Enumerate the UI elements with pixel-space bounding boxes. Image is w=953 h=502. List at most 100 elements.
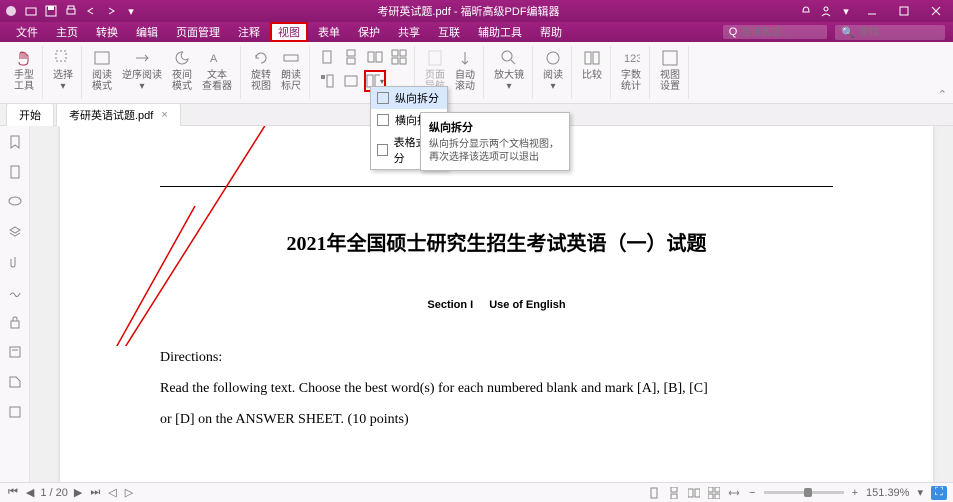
find-search[interactable]: 🔍	[835, 25, 945, 40]
page-indicator[interactable]: 1 / 20	[40, 487, 68, 499]
security-icon[interactable]	[7, 314, 23, 330]
redo-icon[interactable]	[104, 4, 118, 18]
qat-dropdown-icon[interactable]: ▾	[124, 4, 138, 18]
doc-section: Section IUse of English	[160, 296, 833, 313]
fit-width-icon[interactable]	[727, 486, 741, 500]
view-single-icon[interactable]	[647, 486, 661, 500]
view-facing-icon[interactable]	[687, 486, 701, 500]
zoom-drop-button[interactable]: ▾	[915, 486, 925, 499]
menu-home[interactable]: 主页	[48, 22, 86, 42]
ribbon-wordcount[interactable]: 123字数统计	[617, 46, 645, 94]
collapse-ribbon-icon[interactable]: ⌃	[938, 88, 947, 101]
split-vertical-item[interactable]: 纵向拆分	[371, 87, 447, 109]
save-icon[interactable]	[44, 4, 58, 18]
menu-help[interactable]: 帮助	[532, 22, 570, 42]
find-input[interactable]	[859, 27, 939, 38]
ribbon-night-mode[interactable]: 夜间模式	[168, 46, 196, 94]
menu-share[interactable]: 共享	[390, 22, 428, 42]
ribbon-ruler[interactable]: 朗读标尺	[277, 46, 305, 94]
ribbon-compare[interactable]: 比较	[578, 46, 606, 83]
split-h-icon	[377, 114, 389, 126]
ribbon-magnifier[interactable]: 放大镜▾	[490, 46, 528, 94]
menu-view[interactable]: 视图	[270, 22, 308, 42]
page-viewport[interactable]: 2021年全国硕士研究生招生考试英语（一）试题 Section IUse of …	[30, 126, 953, 482]
ribbon-hand-tool[interactable]: 手型工具	[10, 46, 38, 94]
pages-icon[interactable]	[7, 164, 23, 180]
ribbon-autoscroll[interactable]: 自动滚动	[451, 46, 479, 94]
workspace: 2021年全国硕士研究生招生考试英语（一）试题 Section IUse of …	[0, 126, 953, 482]
ribbon-rotate[interactable]: 旋转视图	[247, 46, 275, 94]
ribbon-reverse-read[interactable]: 逆序阅读▾	[118, 46, 166, 94]
zoom-value[interactable]: 151.39%	[866, 487, 909, 499]
tab-start[interactable]: 开始	[6, 103, 54, 126]
doc-directions: Directions:	[160, 343, 833, 374]
tooltip-body: 纵向拆分显示两个文档视图，再次选择该选项可以退出	[429, 138, 561, 164]
articles-icon[interactable]	[7, 404, 23, 420]
form-icon[interactable]	[7, 344, 23, 360]
zoom-out-button[interactable]: −	[747, 487, 757, 499]
first-page-button[interactable]: ⏮	[6, 486, 20, 499]
bookmark-icon[interactable]	[7, 134, 23, 150]
ribbon-continuous[interactable]	[340, 46, 362, 68]
prev-page-button[interactable]: ◀	[24, 486, 36, 499]
comments-icon[interactable]	[7, 194, 23, 210]
menubar: 文件 主页 转换 编辑 页面管理 注释 视图 表单 保护 共享 互联 辅助工具 …	[0, 22, 953, 42]
tab-document[interactable]: 考研英语试题.pdf×	[56, 103, 181, 126]
signatures-icon[interactable]	[7, 284, 23, 300]
menu-convert[interactable]: 转换	[88, 22, 126, 42]
zoom-in-button[interactable]: +	[850, 487, 860, 499]
drop-icon[interactable]: ▾	[839, 4, 853, 18]
window-title: 考研英试题.pdf - 福昕高级PDF编辑器	[138, 3, 799, 19]
pdf-page: 2021年全国硕士研究生招生考试英语（一）试题 Section IUse of …	[60, 126, 933, 482]
ribbon-read-mode[interactable]: 阅读模式	[88, 46, 116, 94]
user-icon[interactable]	[819, 4, 833, 18]
search-icon: 🔍	[841, 26, 855, 39]
zoom-slider[interactable]	[764, 491, 844, 494]
layers-icon[interactable]	[7, 224, 23, 240]
ribbon-thumb[interactable]	[316, 70, 338, 92]
close-tab-icon[interactable]: ×	[161, 109, 167, 121]
ribbon-facing[interactable]	[364, 46, 386, 68]
bell-icon[interactable]	[799, 4, 813, 18]
view-facing2-icon[interactable]	[707, 486, 721, 500]
statusbar: ⏮ ◀ 1 / 20 ▶ ⏭ ◁ ▷ − + 151.39% ▾ ⛶	[0, 482, 953, 502]
history-back-button[interactable]: ◁	[106, 486, 118, 499]
attachments-icon[interactable]	[7, 254, 23, 270]
last-page-button[interactable]: ⏭	[88, 486, 102, 499]
print-icon[interactable]	[64, 4, 78, 18]
left-sidebar	[0, 126, 30, 482]
ribbon-facing-cont[interactable]	[388, 46, 410, 68]
ribbon-text-viewer[interactable]: A文本查看器	[198, 46, 236, 94]
open-icon[interactable]	[24, 4, 38, 18]
menu-tools[interactable]: 辅助工具	[470, 22, 530, 42]
menu-edit[interactable]: 编辑	[128, 22, 166, 42]
split-v-icon	[377, 92, 389, 104]
menu-form[interactable]: 表单	[310, 22, 348, 42]
menu-protect[interactable]: 保护	[350, 22, 388, 42]
history-fwd-button[interactable]: ▷	[123, 486, 135, 499]
maximize-button[interactable]	[891, 2, 917, 20]
close-button[interactable]	[923, 2, 949, 20]
tags-icon[interactable]	[7, 374, 23, 390]
fullscreen-icon[interactable]: ⛶	[931, 486, 947, 500]
ribbon-view-settings[interactable]: 视图设置	[656, 46, 684, 94]
menu-comment[interactable]: 注释	[230, 22, 268, 42]
next-page-button[interactable]: ▶	[72, 486, 84, 499]
ribbon-select[interactable]: 选择▾	[49, 46, 77, 94]
view-cont-icon[interactable]	[667, 486, 681, 500]
svg-text:123: 123	[624, 53, 640, 65]
ribbon-cover[interactable]	[340, 70, 362, 92]
undo-icon[interactable]	[84, 4, 98, 18]
tell-me-input[interactable]	[741, 27, 821, 38]
minimize-button[interactable]	[859, 2, 885, 20]
ribbon-single-page[interactable]	[316, 46, 338, 68]
menu-connect[interactable]: 互联	[430, 22, 468, 42]
ribbon: 手型工具 选择▾ 阅读模式 逆序阅读▾ 夜间模式 A文本查看器 旋转视图 朗读标…	[0, 42, 953, 104]
tooltip: 纵向拆分 纵向拆分显示两个文档视图，再次选择该选项可以退出	[420, 112, 570, 171]
tell-me-search[interactable]: Q	[723, 25, 828, 39]
ribbon-read[interactable]: 阅读▾	[539, 46, 567, 94]
menu-file[interactable]: 文件	[8, 22, 46, 42]
menu-page[interactable]: 页面管理	[168, 22, 228, 42]
lightbulb-icon: Q	[729, 26, 738, 38]
doc-para1: Read the following text. Choose the best…	[160, 374, 833, 405]
